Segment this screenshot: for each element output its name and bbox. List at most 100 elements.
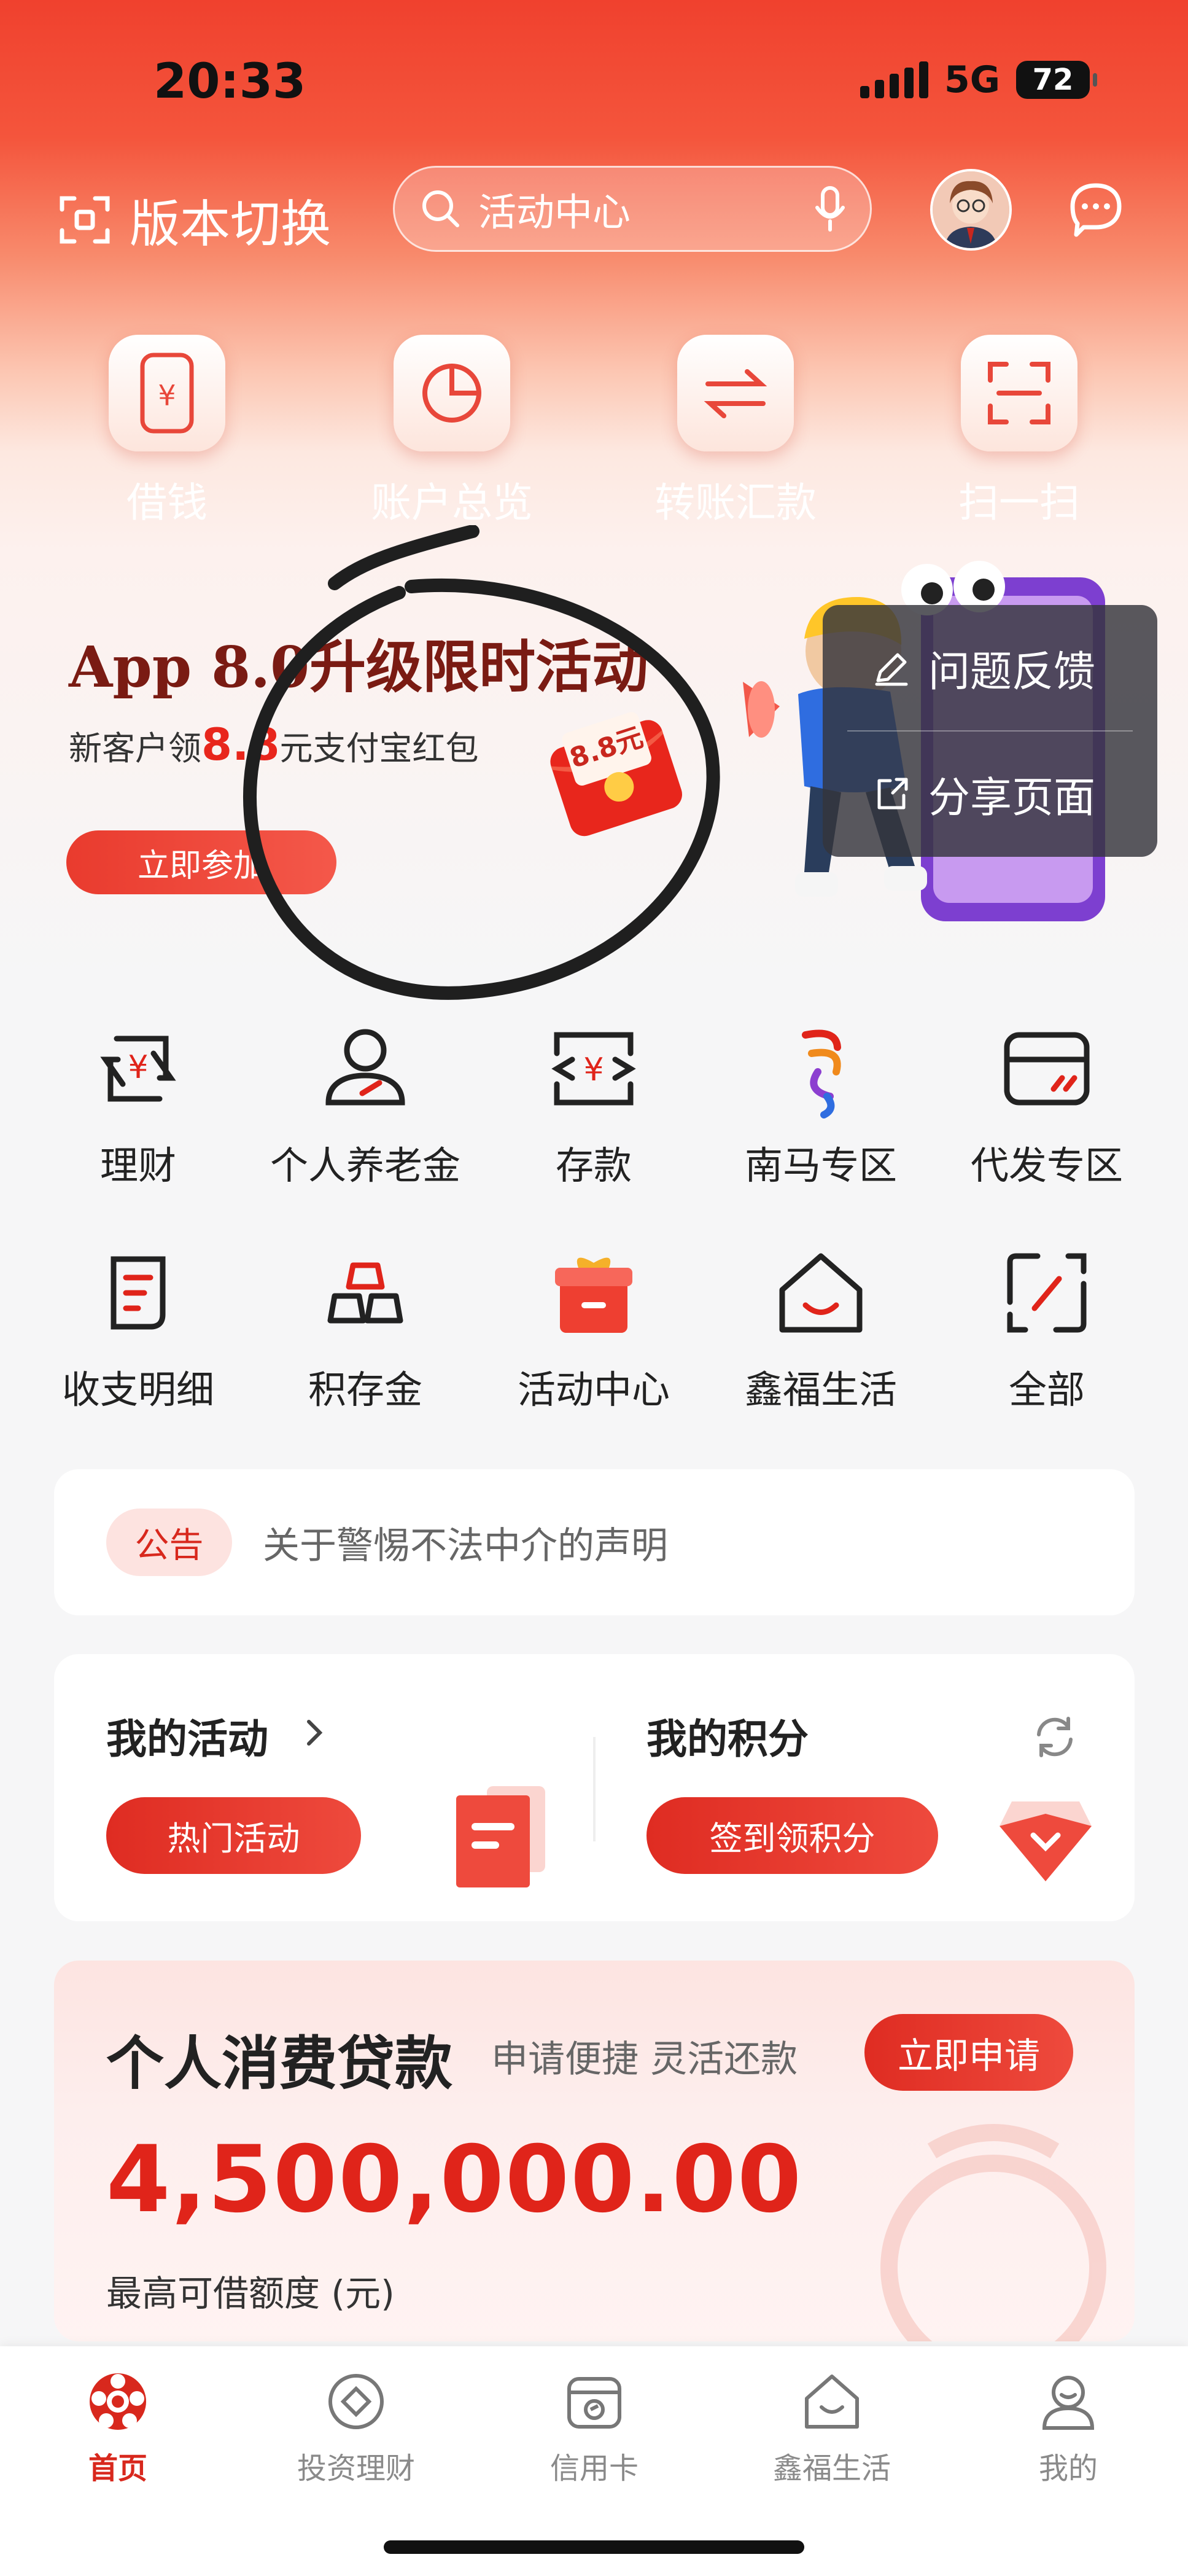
- service-statement[interactable]: 收支明细: [37, 1241, 239, 1414]
- bank-logo-icon: [90, 2373, 146, 2430]
- status-indicators: 5G 72: [860, 58, 1097, 101]
- service-label: 代发专区: [970, 1143, 1123, 1188]
- quick-action-account-overview[interactable]: 账户总览: [371, 335, 533, 529]
- service-label: 鑫福生活: [744, 1367, 897, 1412]
- marathon-icon: [802, 1029, 841, 1118]
- investment-icon: [328, 2374, 384, 2429]
- tab-home[interactable]: 首页: [26, 2368, 210, 2487]
- activity-card-icon: [456, 1786, 545, 1887]
- credit-card-icon: [567, 2377, 621, 2429]
- announcement-bar[interactable]: 公告 关于警惕不法中介的声明: [54, 1469, 1135, 1615]
- quick-action-label: 转账汇款: [654, 479, 817, 526]
- deposit-icon: ¥: [551, 1032, 636, 1106]
- card-divider: [593, 1737, 596, 1841]
- more-options-popup: 问题反馈 分享页面: [823, 605, 1157, 857]
- feedback-menu-item[interactable]: 问题反馈: [823, 605, 1157, 731]
- service-gold[interactable]: 积存金: [264, 1241, 467, 1414]
- refresh-icon[interactable]: [1030, 1712, 1079, 1762]
- service-activity-center[interactable]: 活动中心: [492, 1241, 695, 1414]
- home-indicator: [384, 2540, 804, 2554]
- quick-action-loan[interactable]: ¥ 借钱: [106, 335, 228, 529]
- share-page-label: 分享页面: [928, 774, 1096, 822]
- user-icon: [1042, 2376, 1095, 2430]
- apply-now-button[interactable]: 立即申请: [864, 2014, 1073, 2091]
- service-xinfu-life[interactable]: 鑫福生活: [720, 1241, 922, 1414]
- signal-icon: [860, 61, 928, 98]
- tab-mine[interactable]: 我的: [976, 2368, 1160, 2487]
- announcement-text[interactable]: 关于警惕不法中介的声明: [263, 1516, 668, 1569]
- service-label: 个人养老金: [270, 1143, 460, 1188]
- loan-subtitle: 申请便捷 灵活还款: [491, 2038, 798, 2081]
- sign-in-points-button[interactable]: 签到领积分: [646, 1797, 938, 1874]
- service-marathon[interactable]: 南马专区: [720, 1017, 922, 1190]
- my-activities-title[interactable]: 我的活动: [106, 1706, 268, 1765]
- wealth-icon: ¥: [100, 1036, 176, 1102]
- tab-label: 我的: [1038, 2451, 1098, 2486]
- service-label: 南马专区: [744, 1143, 897, 1188]
- status-time: 20:33: [153, 54, 306, 109]
- statement-icon: [111, 1256, 166, 1330]
- tab-label: 投资理财: [297, 2451, 415, 2486]
- service-wealth[interactable]: ¥ 理财: [37, 1017, 239, 1190]
- payroll-card-icon: [1004, 1032, 1090, 1106]
- svg-text:¥: ¥: [583, 1052, 604, 1088]
- quick-action-label: 借钱: [126, 479, 208, 526]
- pension-icon: [325, 1029, 405, 1106]
- home-smile-icon: [779, 1253, 863, 1333]
- avatar[interactable]: [930, 169, 1012, 251]
- network-type: 5G: [944, 58, 1000, 101]
- share-page-menu-item[interactable]: 分享页面: [823, 731, 1157, 857]
- tab-xinfu-life[interactable]: 鑫福生活: [740, 2368, 924, 2487]
- service-label: 理财: [99, 1143, 176, 1188]
- gift-box-icon: [555, 1257, 632, 1333]
- loan-amount: 4,500,000.00: [106, 2126, 803, 2233]
- svg-text:¥: ¥: [158, 379, 176, 412]
- avatar-image: [933, 171, 1009, 248]
- tab-label: 鑫福生活: [772, 2451, 891, 2486]
- chevron-right-icon[interactable]: [303, 1714, 327, 1751]
- home-icon: [805, 2375, 859, 2429]
- loan-title: 个人消费贷款: [106, 2031, 453, 2098]
- message-icon[interactable]: [1065, 178, 1127, 240]
- service-label: 活动中心: [517, 1367, 670, 1412]
- search-bar[interactable]: 活动中心: [393, 166, 872, 252]
- search-icon: [422, 190, 459, 227]
- points-gem-icon: [1000, 1801, 1092, 1881]
- feedback-label: 问题反馈: [928, 648, 1096, 697]
- hot-activities-button[interactable]: 热门活动: [106, 1797, 361, 1874]
- svg-text:¥: ¥: [128, 1049, 148, 1086]
- edit-icon: [875, 653, 908, 685]
- all-services-icon: [1007, 1253, 1087, 1333]
- tab-label: 首页: [88, 2451, 147, 2486]
- quick-action-label: 扫一扫: [958, 479, 1080, 526]
- circle-annotation: [243, 525, 720, 1000]
- switch-icon: [60, 196, 110, 243]
- battery-icon: 72: [1016, 61, 1097, 99]
- transfer-arrows-icon: [704, 369, 767, 418]
- tab-investment[interactable]: 投资理财: [264, 2368, 448, 2487]
- service-deposit[interactable]: ¥ 存款: [492, 1017, 695, 1190]
- scan-icon: [988, 362, 1050, 424]
- service-all[interactable]: 全部: [945, 1241, 1148, 1414]
- gold-bars-icon: [327, 1262, 403, 1324]
- loan-phone-icon: ¥: [140, 353, 194, 434]
- my-points-title[interactable]: 我的积分: [646, 1706, 809, 1765]
- service-label: 积存金: [308, 1367, 422, 1412]
- personal-loan-card[interactable]: 个人消费贷款 申请便捷 灵活还款 立即申请 4,500,000.00 最高可借额…: [54, 1961, 1135, 2341]
- quick-action-transfer[interactable]: 转账汇款: [654, 335, 817, 529]
- service-pension[interactable]: 个人养老金: [264, 1017, 467, 1190]
- quick-action-scan[interactable]: 扫一扫: [958, 335, 1081, 529]
- activities-points-card: 我的活动 热门活动 我的积分 签到领积分: [54, 1654, 1135, 1921]
- version-switch-label: 版本切换: [130, 195, 332, 254]
- pie-chart-icon: [422, 364, 481, 423]
- microphone-icon[interactable]: [815, 185, 845, 232]
- quick-action-label: 账户总览: [371, 479, 533, 526]
- service-label: 全部: [1008, 1367, 1085, 1412]
- tab-credit-card[interactable]: 信用卡: [502, 2368, 686, 2487]
- version-switch-button[interactable]: 版本切换: [58, 183, 331, 256]
- loan-watermark-icon: [880, 2124, 1106, 2341]
- service-label: 收支明细: [61, 1367, 214, 1412]
- service-payroll[interactable]: 代发专区: [945, 1017, 1148, 1190]
- search-input[interactable]: 活动中心: [478, 181, 815, 236]
- announcement-badge: 公告: [106, 1509, 232, 1576]
